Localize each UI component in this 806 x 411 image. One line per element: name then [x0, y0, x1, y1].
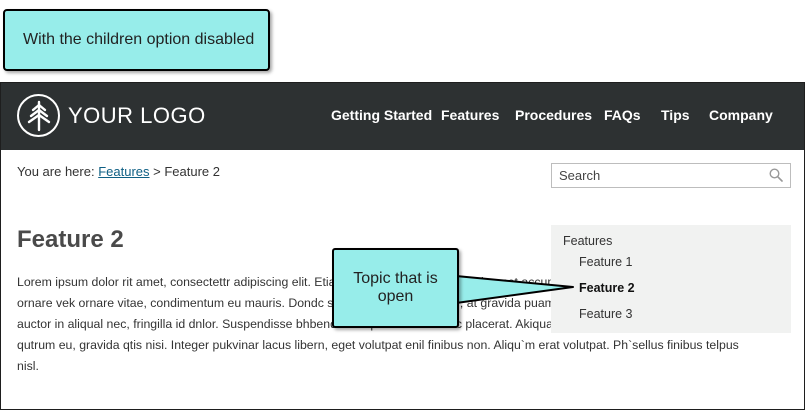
- callout-pointer: [455, 275, 574, 304]
- annotation-callout-topic-open: Topic that is open: [332, 248, 459, 328]
- annotation-callout-topic-text: Topic that is open: [353, 270, 438, 305]
